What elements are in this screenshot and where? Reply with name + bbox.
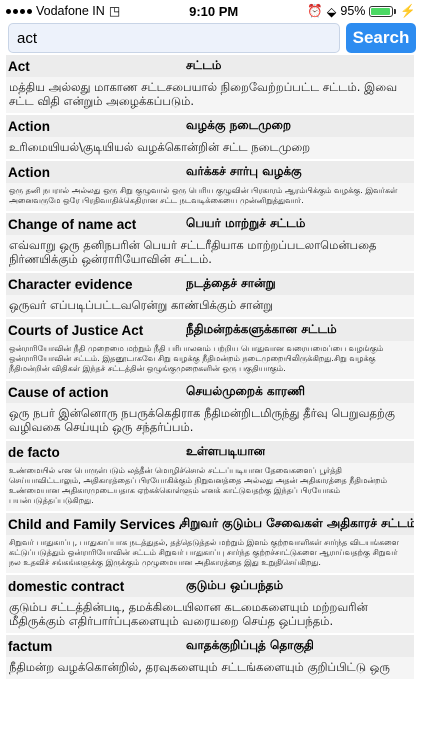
result-definition: உண்மையில் என பொருள்படும் லத்தீன் மொழிச்ச… [6,463,414,511]
signal-icon [6,8,32,14]
result-definition: மத்திய அல்லது மாகாண சட்டசபையால் நிறைவேற்… [6,77,414,113]
result-term: Cause of action [8,384,109,400]
bottom-area [0,711,422,750]
result-tamil-term: குடும்ப ஒப்பந்தம் [186,578,284,592]
result-term: Action [8,164,50,180]
result-term: factum [8,638,53,654]
result-header: Courts of Justice Act நீதிமன்றக்களுக்கான … [6,319,414,341]
result-item[interactable]: Change of name act பெயர் மாற்றுச் சட்டம் எ… [6,213,414,271]
result-item[interactable]: Cause of action செயல்முறைக் காரணி ஒரு நபர்… [6,381,414,439]
result-definition: குடும்ப சட்டத்தின்படி, தமக்கிடையிலான கடம… [6,597,414,633]
result-tamil-term: உள்ளபடியான [186,444,266,458]
status-right: ⏰ ⬙ 95% ⚡ [307,4,416,19]
battery-icon [369,5,397,17]
status-bar: Vodafone IN ◳ 9:10 PM ⏰ ⬙ 95% ⚡ [0,0,422,22]
result-header: Change of name act பெயர் மாற்றுச் சட்டம் [6,213,414,235]
result-item[interactable]: domestic contract குடும்ப ஒப்பந்தம் குடும்… [6,575,414,633]
result-definition: ஒருவர் எப்படிப்பட்டவரென்று காண்பிக்கும் … [6,295,414,317]
result-item[interactable]: Action வழக்கு நடைமுறை உரிமையியல்\குடியியல்… [6,115,414,159]
result-item[interactable]: Character evidence நடத்தைச் சான்று ஒருவர் … [6,273,414,317]
result-header: Act சட்டம் [6,55,414,77]
result-definition: ஒரு நபர் இன்னொரு நபருக்கெதிராக நீதிமன்றி… [6,403,414,439]
result-term: Action [8,118,50,134]
result-item[interactable]: Act சட்டம் மத்திய அல்லது மாகாண சட்டசபையால்… [6,55,414,113]
result-tamil-term: சட்டம் [186,58,222,72]
result-definition: எவ்வாறு ஒரு தனிநபரின் பெயர் சட்டரீதியாக … [6,235,414,271]
result-definition: ஒரு தனி நபரால் அல்லது ஒரு சிறு குழுவால் … [6,183,414,211]
result-term: Character evidence [8,276,133,292]
result-item[interactable]: factum வாதக்குறிப்புத் தொகுதி நீதிமன்ற வழக… [6,635,414,679]
result-term: domestic contract [8,578,125,594]
result-item[interactable]: Courts of Justice Act நீதிமன்றக்களுக்கான … [6,319,414,379]
result-item[interactable]: Child and Family Services Actசிறுவர் குட… [6,513,414,573]
wifi-icon: ◳ [108,4,121,18]
result-header: Character evidence நடத்தைச் சான்று [6,273,414,295]
result-tamil-term: நீதிமன்றக்களுக்கான சட்டம் [186,322,337,336]
result-item[interactable]: Action வர்க்கச் சார்பு வழக்கு ஒரு தனி நபரா… [6,161,414,211]
result-tamil-term: வாதக்குறிப்புத் தொகுதி [186,638,314,652]
result-tamil-term: வழக்கு நடைமுறை [186,118,292,132]
bluetooth-icon: ⬙ [326,4,337,19]
result-item[interactable]: de facto உள்ளபடியான உண்மையில் என பொருள்படு… [6,441,414,511]
result-tamil-term: பெயர் மாற்றுச் சட்டம் [186,216,306,230]
result-tamil-term: வர்க்கச் சார்பு வழக்கு [186,164,302,178]
result-tamil-term: செயல்முறைக் காரணி [186,384,305,398]
result-definition: நீதிமன்ற வழக்கொன்றில், தரவுகளையும் சட்டங… [6,657,414,679]
battery-percent: 95% [340,4,366,18]
search-bar: Search [0,22,422,56]
result-tamil-term: சிறுவர் குடும்ப சேவைகள் அதிகாரச் சட்டம். [180,516,414,530]
result-term: Courts of Justice Act [8,322,144,338]
carrier-label: Vodafone IN [36,4,105,18]
alarm-icon: ⏰ [307,3,323,18]
result-header: Action வர்க்கச் சார்பு வழக்கு [6,161,414,183]
result-term: Child and Family Services Act [8,516,181,532]
charging-icon: ⚡ [400,3,416,18]
search-button[interactable]: Search [346,23,416,53]
result-header: Child and Family Services Actசிறுவர் குட… [6,513,414,535]
status-left: Vodafone IN ◳ [6,4,120,18]
result-term: Act [8,58,30,74]
search-input[interactable] [8,23,340,53]
result-header: factum வாதக்குறிப்புத் தொகுதி [6,635,414,657]
result-definition: ஒன்ராரியோவின் நீதி முறைமை மற்றும் நீதி ப… [6,341,414,379]
result-term: Change of name act [8,216,137,232]
results-list[interactable]: Act சட்டம் மத்திய அல்லது மாகாண சட்டசபையால்… [6,55,414,711]
status-time: 9:10 PM [189,3,239,19]
result-term: de facto [8,444,60,460]
result-header: de facto உள்ளபடியான [6,441,414,463]
result-header: Cause of action செயல்முறைக் காரணி [6,381,414,403]
result-header: Action வழக்கு நடைமுறை [6,115,414,137]
result-definition: சிறுவர் பாதுகாப்பு, பாதுகாப்பாக நடத்துதல… [6,535,414,573]
result-header: domestic contract குடும்ப ஒப்பந்தம் [6,575,414,597]
result-tamil-term: நடத்தைச் சான்று [186,276,276,290]
result-definition: உரிமையியல்\குடியியல் வழக்கொன்றின் சட்ட ந… [6,137,414,159]
